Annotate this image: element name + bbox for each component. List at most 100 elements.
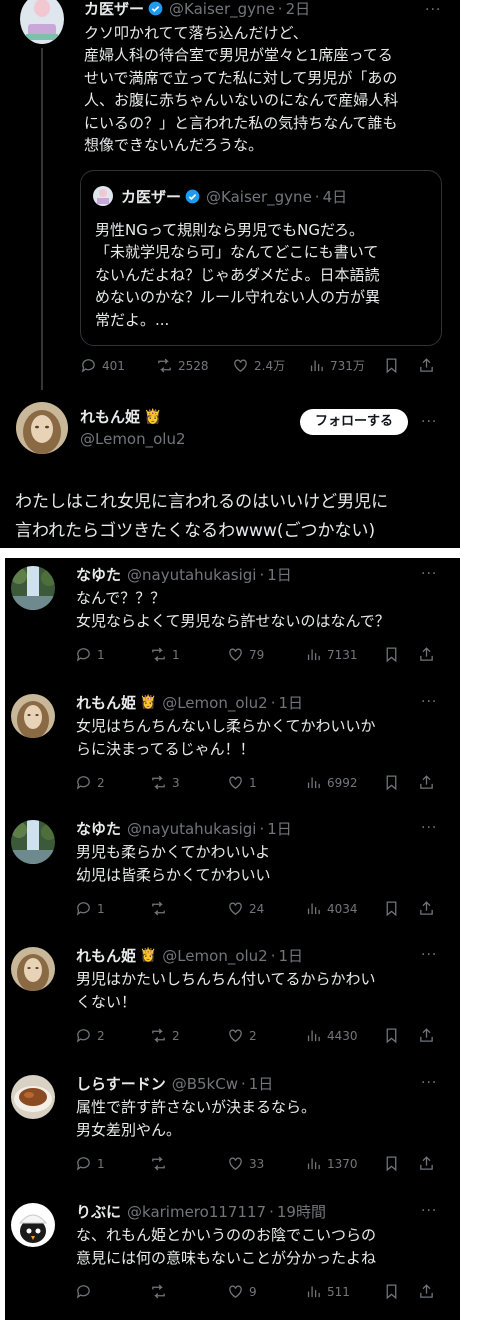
reply-action[interactable]: 2 <box>75 774 105 791</box>
share-action[interactable] <box>418 900 435 917</box>
reply-time[interactable]: 1日 <box>249 1073 274 1094</box>
more-icon[interactable]: ··· <box>425 2 441 18</box>
views-action[interactable]: 511 <box>305 1283 350 1300</box>
more-icon[interactable]: ··· <box>421 566 437 582</box>
repost-action[interactable]: 2528 <box>156 357 209 374</box>
reply-item[interactable]: しらすードン @B5kCw · 1日 ··· 属性で許す許さないが決まるなら。 男女差別や… <box>5 1067 460 1195</box>
reply-action[interactable] <box>75 1283 97 1300</box>
bookmark-action[interactable] <box>383 1155 400 1172</box>
reply-action[interactable]: 2 <box>75 1027 105 1044</box>
like-action[interactable]: 2.4万 <box>232 357 285 374</box>
author-name[interactable]: れもん姫 <box>80 406 140 427</box>
reply-action[interactable]: 1 <box>75 646 105 663</box>
author-name[interactable]: なゆた <box>76 818 121 839</box>
author-handle[interactable]: @karimero117117 <box>127 1203 266 1221</box>
bookmark-action[interactable] <box>383 357 400 374</box>
views-action[interactable]: 7131 <box>305 646 358 663</box>
views-action[interactable]: 4430 <box>305 1027 358 1044</box>
repost-action[interactable]: 2 <box>150 1027 180 1044</box>
separator-dot: · <box>269 1202 274 1221</box>
reply-avatar[interactable] <box>11 1203 55 1247</box>
author-handle[interactable]: @nayutahukasigi <box>127 566 256 584</box>
reply-time[interactable]: 1日 <box>279 945 304 966</box>
author-name[interactable]: カ医ザー <box>84 0 144 19</box>
reply-time[interactable]: 1日 <box>267 564 292 585</box>
separator-dot: · <box>259 819 265 838</box>
follow-button[interactable]: フォローする <box>300 409 408 435</box>
repost-action[interactable]: 1 <box>150 646 180 663</box>
bookmark-action[interactable] <box>383 774 400 791</box>
tweet-time[interactable]: 2日 <box>286 0 311 19</box>
avatar-kaiser[interactable] <box>20 0 64 44</box>
reply-item[interactable]: りぶに @karimero117117 · 19時間 ··· な、れもん姫とかいうののお陰… <box>5 1195 460 1320</box>
author-handle[interactable]: @B5kCw <box>172 1075 238 1093</box>
thread-line <box>41 48 43 390</box>
views-action[interactable]: 1370 <box>305 1155 358 1172</box>
author-name[interactable]: なゆた <box>76 564 121 585</box>
reply-avatar[interactable] <box>11 820 55 864</box>
more-icon[interactable]: ··· <box>421 1075 437 1091</box>
share-action[interactable] <box>418 646 435 663</box>
reply-time[interactable]: 1日 <box>267 818 292 839</box>
repost-action[interactable] <box>150 900 172 917</box>
bookmark-icon <box>386 358 397 374</box>
verified-badge <box>185 189 200 204</box>
more-icon[interactable]: ··· <box>421 1203 437 1219</box>
bookmark-action[interactable] <box>383 900 400 917</box>
reply-time[interactable]: 1日 <box>279 692 304 713</box>
author-handle[interactable]: @nayutahukasigi <box>127 820 256 838</box>
quote-tweet[interactable]: カ医ザー @Kaiser_gyne · 4日 男性NGって規則なら男児でもNGだ… <box>80 170 442 346</box>
reply-header: りぶに @karimero117117 · 19時間 <box>76 1201 326 1222</box>
reply-item[interactable]: なゆた @nayutahukasigi · 1日 ··· なんで？？？ 女児ならよくて男児… <box>5 558 460 686</box>
views-icon <box>310 360 323 372</box>
author-handle[interactable]: @Kaiser_gyne <box>169 0 275 18</box>
author-name[interactable]: れもん姫 <box>76 692 136 713</box>
more-icon[interactable]: ··· <box>421 947 437 963</box>
avatar-lemon[interactable] <box>16 402 68 454</box>
share-action[interactable] <box>418 1155 435 1172</box>
repost-action[interactable] <box>150 1155 172 1172</box>
reply-action[interactable]: 401 <box>80 357 125 374</box>
like-action[interactable]: 33 <box>227 1155 264 1172</box>
like-action[interactable]: 1 <box>227 774 257 791</box>
reply-avatar[interactable] <box>11 694 55 738</box>
author-handle[interactable]: @Lemon_olu2 <box>80 430 186 448</box>
like-action[interactable]: 79 <box>227 646 264 663</box>
repost-icon <box>152 1284 165 1299</box>
author-handle[interactable]: @Lemon_olu2 <box>162 694 268 712</box>
more-icon[interactable]: ··· <box>421 694 437 710</box>
author-name[interactable]: しらすードン <box>76 1073 166 1094</box>
reply-item[interactable]: れもん姫 👸 @Lemon_olu2 · 1日 ··· 女児はちんちんないし柔らかくてかわい… <box>5 686 460 814</box>
repost-icon <box>152 1028 165 1043</box>
author-handle[interactable]: @Lemon_olu2 <box>162 947 268 965</box>
reply-item[interactable]: れもん姫 👸 @Lemon_olu2 · 1日 ··· 男児はかたいしちんちん付いてるからか… <box>5 939 460 1067</box>
share-action[interactable] <box>418 1027 435 1044</box>
like-action[interactable]: 24 <box>227 900 264 917</box>
more-icon[interactable]: ··· <box>421 820 437 836</box>
reply-action[interactable]: 1 <box>75 1155 105 1172</box>
views-action[interactable]: 731万 <box>308 357 365 374</box>
reply-avatar[interactable] <box>11 1075 55 1119</box>
reply-item[interactable]: なゆた @nayutahukasigi · 1日 ··· 男児も柔らかくてかわいいよ 幼児… <box>5 812 460 940</box>
bookmark-action[interactable] <box>383 1027 400 1044</box>
repost-action[interactable] <box>150 1283 172 1300</box>
more-icon[interactable]: ··· <box>421 414 437 430</box>
repost-action[interactable]: 3 <box>150 774 180 791</box>
share-action[interactable] <box>418 357 435 374</box>
bookmark-action[interactable] <box>383 646 400 663</box>
share-action[interactable] <box>418 1283 435 1300</box>
reply-avatar[interactable] <box>11 947 55 991</box>
reply-action[interactable]: 1 <box>75 900 105 917</box>
like-action[interactable]: 2 <box>227 1027 257 1044</box>
like-action[interactable]: 9 <box>227 1283 257 1300</box>
share-action[interactable] <box>418 774 435 791</box>
reply-time[interactable]: 19時間 <box>277 1201 326 1222</box>
reply-avatar[interactable] <box>11 566 55 610</box>
views-count: 511 <box>327 1284 350 1299</box>
bookmark-action[interactable] <box>383 1283 400 1300</box>
author-name[interactable]: りぶに <box>76 1201 121 1222</box>
views-action[interactable]: 6992 <box>305 774 358 791</box>
views-action[interactable]: 4034 <box>305 900 358 917</box>
author-name[interactable]: れもん姫 <box>76 945 136 966</box>
tweet-header: カ医ザー @Kaiser_gyne · 2日 <box>84 0 310 19</box>
